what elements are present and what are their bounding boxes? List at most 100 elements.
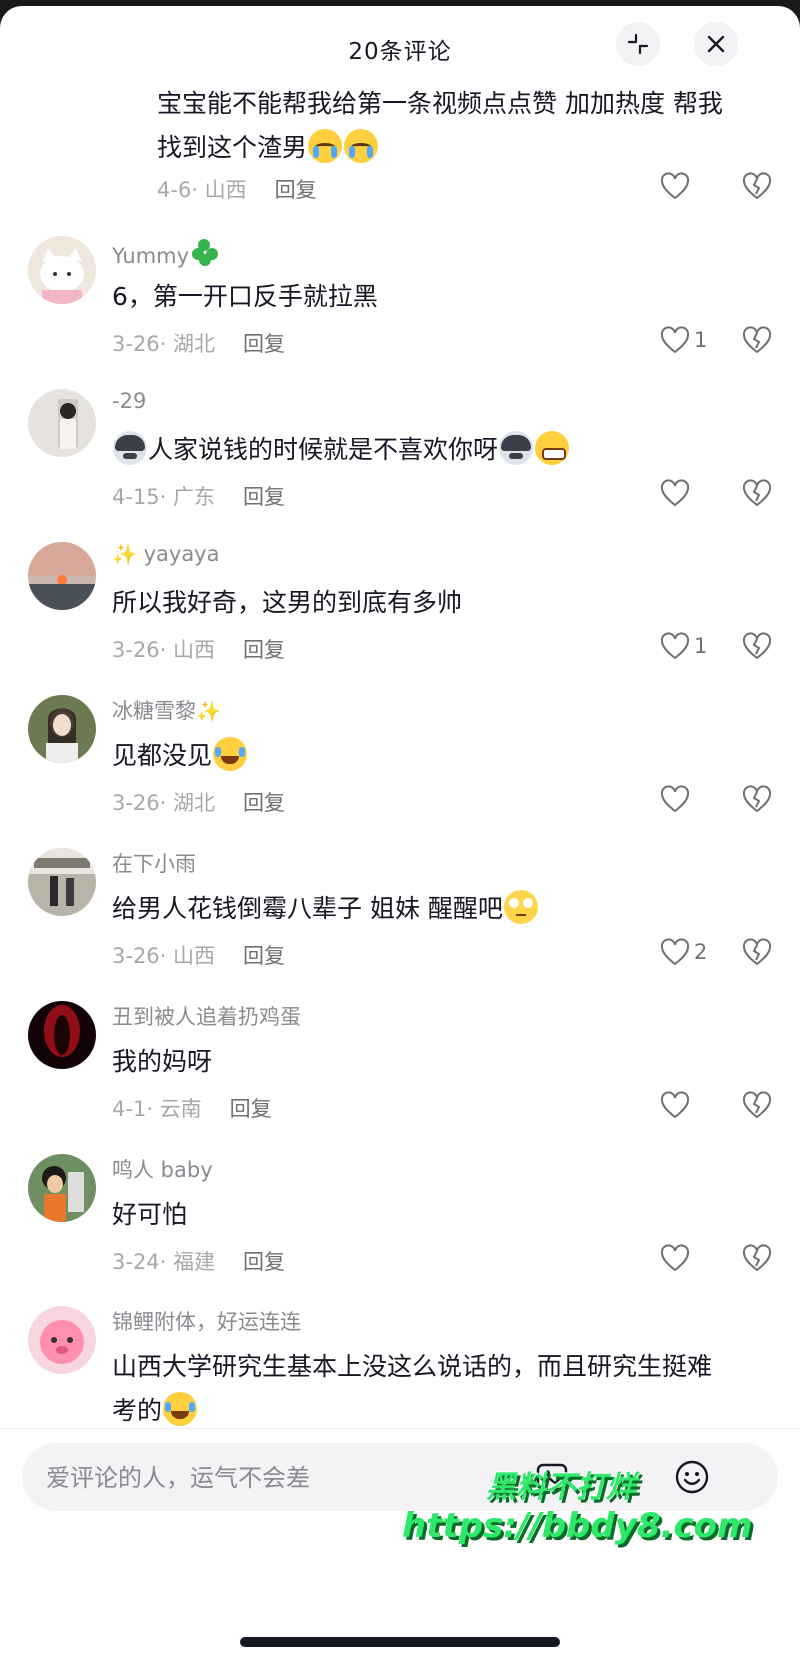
reply-button[interactable]: 回复 — [243, 944, 285, 968]
comment-meta: 3-26· 湖北 回复 — [112, 791, 286, 815]
like-button[interactable]: 1 — [660, 326, 708, 354]
heart-icon — [660, 1244, 690, 1272]
like-count: 1 — [694, 328, 708, 352]
comment-username[interactable]: 在下小雨 — [112, 848, 196, 878]
broken-heart-icon — [742, 938, 772, 966]
broken-heart-icon — [742, 479, 772, 507]
crying-emoji-icon — [344, 129, 379, 163]
laughing-emoji-icon — [213, 737, 248, 771]
broken-heart-icon — [742, 1091, 772, 1119]
close-icon — [705, 33, 727, 55]
comment-username[interactable]: 冰糖雪黎✨ — [112, 695, 221, 725]
dislike-button[interactable] — [742, 172, 772, 200]
watermark-url: https://bbdy8.com — [402, 1506, 753, 1546]
collapse-button[interactable] — [616, 22, 660, 66]
comment-meta: 3-26· 湖北 回复 — [112, 332, 286, 356]
sheet-header: 20条评论 — [0, 6, 800, 90]
heart-icon — [660, 632, 690, 660]
grin-emoji-icon — [535, 431, 570, 465]
comment-text: 人家说钱的时候就是不喜欢你呀 — [112, 428, 752, 472]
comment-text: 所以我好奇，这男的到底有多帅 — [112, 588, 463, 617]
avatar[interactable] — [28, 389, 96, 457]
like-button[interactable] — [660, 1091, 708, 1119]
avatar[interactable] — [28, 695, 96, 763]
comment-count-title: 20条评论 — [348, 39, 452, 65]
comment-username[interactable]: 鸣人 baby — [112, 1154, 213, 1184]
reply-button[interactable]: 回复 — [230, 1097, 272, 1121]
heart-icon — [660, 479, 690, 507]
comment-sheet: 20条评论 宝宝能不能帮我给第一条视频点点赞 加加热度 帮我找到这个渣男 4-6… — [0, 6, 800, 1654]
like-button[interactable] — [660, 172, 708, 200]
like-button[interactable]: 2 — [660, 938, 708, 966]
reply-button[interactable]: 回复 — [275, 178, 317, 202]
comment-meta: 4-1· 云南 回复 — [112, 1097, 272, 1121]
heart-icon — [660, 326, 690, 354]
broken-heart-icon — [742, 1244, 772, 1272]
comment-meta: 3-26· 山西 回复 — [112, 944, 286, 968]
crying-emoji-icon — [308, 129, 343, 163]
broken-heart-icon — [742, 172, 772, 200]
comment-meta: 4-15· 广东 回复 — [112, 485, 286, 509]
dislike-button[interactable] — [742, 1091, 772, 1119]
collapse-icon — [626, 32, 650, 56]
avatar[interactable] — [28, 1306, 96, 1374]
dislike-button[interactable] — [742, 479, 772, 507]
dog-emoji-icon — [113, 431, 147, 465]
reply-button[interactable]: 回复 — [243, 791, 285, 815]
comment-text: 好可怕 — [112, 1200, 188, 1229]
watermark-title: 黑料不打烊 — [486, 1470, 636, 1505]
comment-text: 见都没见 — [112, 734, 752, 778]
comment-text: 给男人花钱倒霉八辈子 姐妹 醒醒吧 — [112, 887, 752, 931]
broken-heart-icon — [742, 632, 772, 660]
sparkle-emoji-icon: ✨ — [196, 699, 221, 723]
dog-emoji-icon — [499, 431, 534, 465]
dislike-button[interactable] — [742, 1244, 772, 1272]
comment-meta: 3-24· 福建 回复 — [112, 1250, 286, 1274]
like-count: 1 — [694, 634, 708, 658]
like-button[interactable]: 1 — [660, 632, 708, 660]
comment-input-box[interactable] — [22, 1443, 778, 1511]
heart-icon — [660, 785, 690, 813]
comment-username[interactable]: 丑到被人追着扔鸡蛋 — [112, 1001, 301, 1031]
heart-icon — [660, 1091, 690, 1119]
heart-icon — [660, 172, 690, 200]
clover-emoji-icon — [190, 236, 224, 270]
like-button[interactable] — [660, 479, 708, 507]
dislike-button[interactable] — [742, 326, 772, 354]
dislike-button[interactable] — [742, 938, 772, 966]
reply-button[interactable]: 回复 — [243, 485, 285, 509]
like-count: 2 — [694, 940, 708, 964]
comment-username[interactable]: 锦鲤附体，好运连连 — [112, 1306, 301, 1336]
comment-meta: 4-6· 山西 回复 — [157, 178, 317, 202]
avatar[interactable] — [28, 236, 96, 304]
like-button[interactable] — [660, 1244, 708, 1272]
laughing-emoji-icon — [163, 1392, 198, 1426]
heart-icon — [660, 938, 690, 966]
avatar[interactable] — [28, 542, 96, 610]
close-button[interactable] — [694, 22, 738, 66]
avatar[interactable] — [28, 1001, 96, 1069]
comment-username[interactable]: ✨ yayaya — [112, 542, 219, 566]
avatar[interactable] — [28, 1154, 96, 1222]
home-indicator — [240, 1637, 560, 1647]
broken-heart-icon — [742, 326, 772, 354]
comment-username[interactable]: Yummy — [112, 236, 225, 270]
reply-button[interactable]: 回复 — [243, 332, 285, 356]
like-button[interactable] — [660, 785, 708, 813]
dislike-button[interactable] — [742, 785, 772, 813]
reply-button[interactable]: 回复 — [243, 1250, 285, 1274]
sparkle-emoji-icon: ✨ — [112, 542, 137, 566]
comment-meta: 3-26· 山西 回复 — [112, 638, 286, 662]
dislike-button[interactable] — [742, 632, 772, 660]
broken-heart-icon — [742, 785, 772, 813]
comment-input[interactable] — [44, 1457, 508, 1499]
comment-text: 宝宝能不能帮我给第一条视频点点赞 加加热度 帮我找到这个渣男 — [157, 89, 723, 163]
avatar[interactable] — [28, 848, 96, 916]
comment-text: 6，第一开口反手就拉黑 — [112, 282, 378, 311]
comment-username[interactable]: -29 — [112, 389, 146, 413]
reply-button[interactable]: 回复 — [243, 638, 285, 662]
comment-text: 我的妈呀 — [112, 1047, 213, 1076]
emoji-icon[interactable] — [674, 1459, 710, 1499]
eye-roll-emoji-icon — [503, 890, 538, 924]
comment-text: 山西大学研究生基本上没这么说话的，而且研究生挺难考的 — [112, 1352, 713, 1426]
